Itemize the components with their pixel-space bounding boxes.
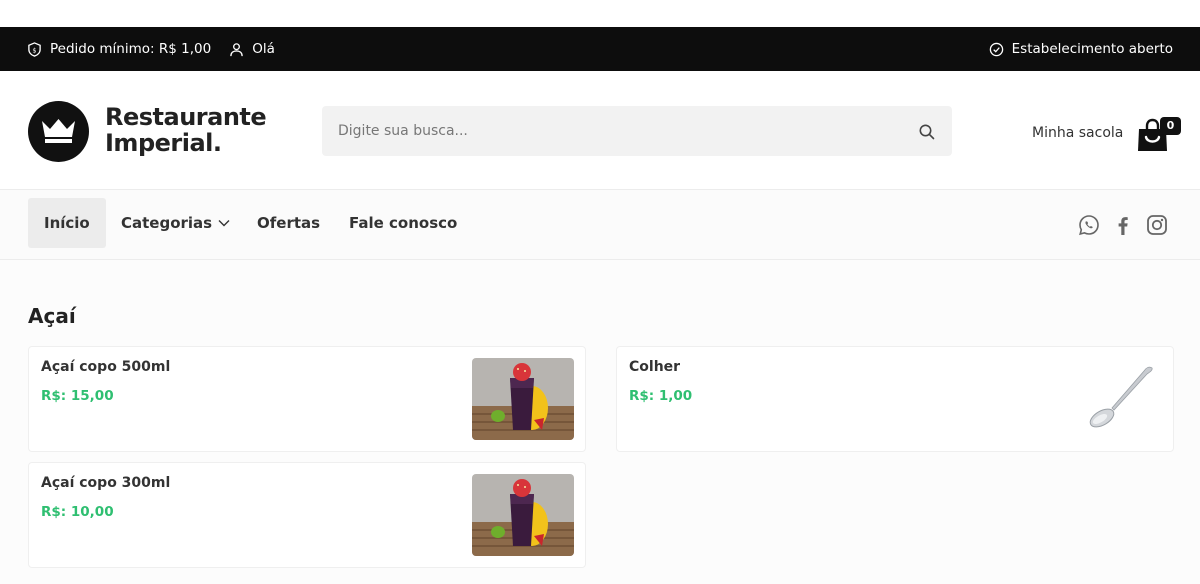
section-title: Açaí — [28, 304, 76, 328]
product-image-acai[interactable] — [472, 474, 574, 556]
social-links — [1078, 214, 1168, 236]
search-icon[interactable] — [918, 123, 936, 141]
check-circle-icon — [989, 42, 1003, 56]
user-icon — [230, 42, 243, 56]
nav-item-label: Fale conosco — [349, 214, 458, 232]
min-order-info: $ Pedido mínimo: R$ 1,00 — [27, 41, 211, 57]
product-section: Açaí Açaí copo 500ml R$: 15,00 Colher R$… — [0, 260, 1200, 584]
bag-label[interactable]: Minha sacola — [1032, 125, 1123, 141]
brand-line-2: Imperial. — [105, 129, 222, 157]
store-status: Estabelecimento aberto — [989, 27, 1173, 71]
search-bar — [322, 106, 952, 156]
product-price: R$: 1,00 — [629, 388, 693, 404]
product-price: R$: 15,00 — [41, 388, 114, 404]
svg-text:$: $ — [32, 46, 36, 54]
top-bar: $ Pedido mínimo: R$ 1,00 Olá Estabelecim… — [0, 27, 1200, 71]
top-gap — [0, 0, 1200, 27]
greeting-text: Olá — [252, 41, 275, 57]
nav-item-categorias[interactable]: Categorias — [121, 198, 230, 248]
product-card[interactable]: Açaí copo 300ml R$: 10,00 — [28, 462, 586, 568]
product-card[interactable]: Açaí copo 500ml R$: 15,00 — [28, 346, 586, 452]
store-status-text: Estabelecimento aberto — [1011, 41, 1173, 57]
nav-item-ofertas[interactable]: Ofertas — [257, 198, 320, 248]
product-name: Açaí copo 500ml — [41, 359, 171, 375]
product-image-acai[interactable] — [472, 358, 574, 440]
logo[interactable] — [28, 101, 89, 162]
chevron-down-icon — [218, 220, 230, 227]
whatsapp-icon[interactable] — [1078, 214, 1100, 236]
nav-item-label: Categorias — [121, 214, 213, 232]
product-price: R$: 10,00 — [41, 504, 114, 520]
nav-item-fale-conosco[interactable]: Fale conosco — [349, 198, 457, 248]
bag-button[interactable]: 0 — [1137, 117, 1181, 153]
brand-name[interactable]: Restaurante Imperial. — [105, 103, 267, 157]
product-name: Açaí copo 300ml — [41, 475, 171, 491]
nav-item-label: Ofertas — [257, 214, 321, 232]
bag-count-badge: 0 — [1160, 117, 1181, 135]
main-nav: Início Categorias Ofertas Fale conosco — [0, 190, 1200, 260]
crown-icon — [42, 119, 75, 143]
product-image-spoon[interactable] — [1060, 358, 1162, 440]
user-greeting[interactable]: Olá — [229, 41, 275, 57]
instagram-icon[interactable] — [1146, 214, 1168, 236]
min-order-text: Pedido mínimo: R$ 1,00 — [50, 41, 212, 57]
product-name: Colher — [629, 359, 681, 375]
page: $ Pedido mínimo: R$ 1,00 Olá Estabelecim… — [0, 0, 1200, 584]
nav-item-label: Início — [44, 214, 90, 232]
shield-icon: $ — [28, 41, 41, 57]
search-input[interactable] — [322, 106, 902, 156]
facebook-icon[interactable] — [1112, 214, 1134, 236]
brand-line-1: Restaurante — [105, 103, 267, 131]
product-card[interactable]: Colher R$: 1,00 — [616, 346, 1174, 452]
nav-item-inicio[interactable]: Início — [28, 198, 106, 248]
header: Restaurante Imperial. Minha sacola 0 — [0, 71, 1200, 190]
